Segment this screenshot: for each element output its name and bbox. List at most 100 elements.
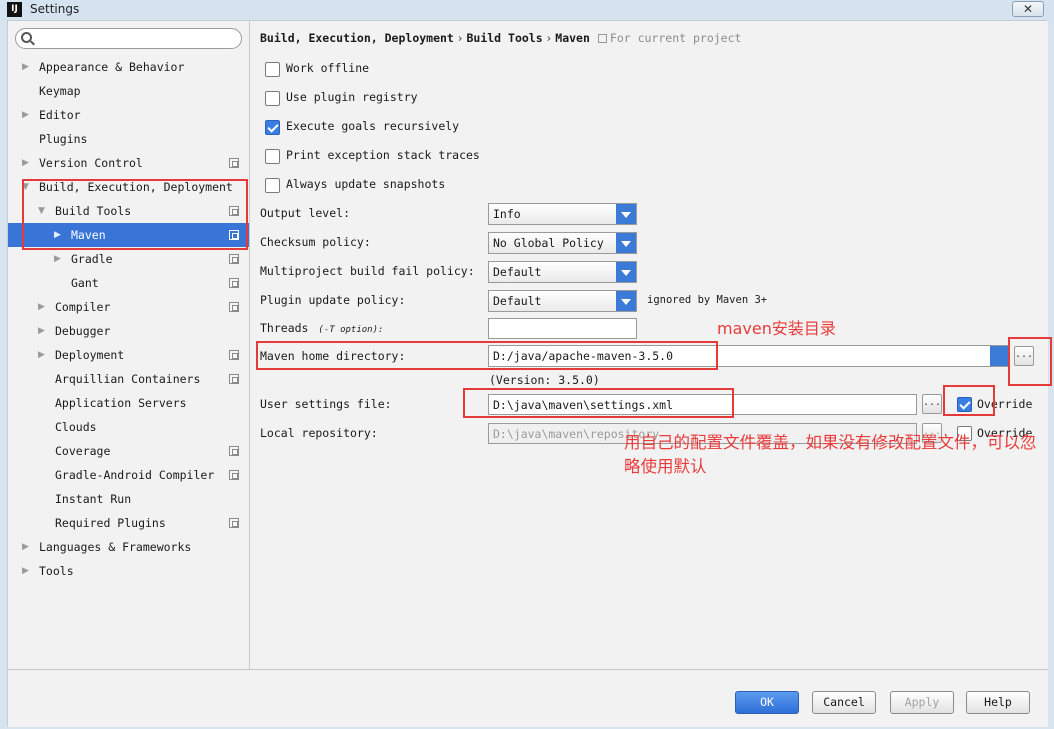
- breadcrumb-part: Maven: [555, 31, 590, 45]
- sidebar-item-tools[interactable]: ▶ Tools: [8, 559, 249, 583]
- sidebar-item-arquillian-containers[interactable]: Arquillian Containers: [8, 367, 249, 391]
- checkbox-label: Execute goals recursively: [286, 119, 460, 133]
- sidebar-item-label: Compiler: [55, 300, 111, 314]
- dropdown-value: No Global Policy: [493, 236, 604, 250]
- window-title: Settings: [30, 2, 80, 16]
- sidebar-item-keymap[interactable]: Keymap: [8, 79, 249, 103]
- sidebar-item-label: Appearance & Behavior: [39, 60, 185, 74]
- chevron-down-icon[interactable]: [616, 233, 636, 253]
- output-level-dropdown[interactable]: Info: [488, 203, 637, 225]
- sidebar-item-plugins[interactable]: Plugins: [8, 127, 249, 151]
- project-scope-icon: [229, 350, 239, 360]
- dropdown-value: Info: [493, 207, 521, 221]
- settings-sidebar: ▶ Appearance & Behavior Keymap ▶ Editor …: [8, 21, 250, 669]
- checksum-policy-dropdown[interactable]: No Global Policy: [488, 232, 637, 254]
- chevron-down-icon[interactable]: [990, 346, 1008, 366]
- checkbox-label: Use plugin registry: [286, 90, 418, 104]
- sidebar-item-version-control[interactable]: ▶ Version Control: [8, 151, 249, 175]
- expand-arrow-icon[interactable]: ▶: [22, 103, 29, 127]
- sidebar-item-label: Gant: [71, 276, 99, 290]
- project-scope-icon: [229, 278, 239, 288]
- sidebar-item-label: Version Control: [39, 156, 143, 170]
- sidebar-item-coverage[interactable]: Coverage: [8, 439, 249, 463]
- close-window-button[interactable]: ✕: [1012, 1, 1044, 17]
- ok-button[interactable]: OK: [735, 691, 799, 714]
- breadcrumb-separator: ›: [546, 31, 552, 45]
- expand-arrow-icon[interactable]: ▶: [38, 343, 45, 367]
- project-scope-icon: [229, 158, 239, 168]
- search-icon: [21, 32, 32, 43]
- chevron-down-icon[interactable]: [616, 204, 636, 224]
- expand-arrow-icon[interactable]: ▶: [22, 559, 29, 583]
- multiproject-policy-label: Multiproject build fail policy:: [260, 264, 475, 278]
- print-exception-stack-traces-checkbox[interactable]: [265, 149, 280, 164]
- dropdown-value: Default: [493, 294, 542, 308]
- expand-arrow-icon[interactable]: ▶: [38, 295, 45, 319]
- settings-annotation: 用自己的配置文件覆盖，如果没有修改配置文件，可以忽略使用默认: [624, 433, 1037, 476]
- project-scope-icon: [597, 34, 607, 43]
- help-button[interactable]: Help: [966, 691, 1030, 714]
- sidebar-item-gradle-android-compiler[interactable]: Gradle-Android Compiler: [8, 463, 249, 487]
- sidebar-item-label: Instant Run: [55, 492, 132, 506]
- maven-version-label: (Version: 3.5.0): [489, 373, 600, 387]
- expand-arrow-icon[interactable]: ▶: [38, 319, 45, 343]
- project-scope-icon: [229, 254, 239, 264]
- search-input[interactable]: [15, 28, 242, 49]
- always-update-snapshots-checkbox[interactable]: [265, 178, 280, 193]
- sidebar-item-gant[interactable]: Gant: [8, 271, 249, 295]
- sidebar-item-label: Editor: [39, 108, 81, 122]
- sidebar-item-label: Languages & Frameworks: [39, 540, 192, 554]
- checkbox-label: Print exception stack traces: [286, 148, 480, 162]
- sidebar-item-label: Arquillian Containers: [55, 372, 201, 386]
- expand-arrow-icon[interactable]: ▶: [54, 247, 61, 271]
- work-offline-checkbox[interactable]: [265, 62, 280, 77]
- maven-home-browse-highlight-box: [1008, 337, 1052, 386]
- sidebar-item-gradle[interactable]: ▶ Gradle: [8, 247, 249, 271]
- sidebar-item-label: Required Plugins: [55, 516, 166, 530]
- plugin-update-note: ignored by Maven 3+: [647, 294, 768, 306]
- sidebar-item-appearance-behavior[interactable]: ▶ Appearance & Behavior: [8, 55, 249, 79]
- sidebar-item-label: Plugins: [39, 132, 88, 146]
- chevron-down-icon[interactable]: [616, 262, 636, 282]
- expand-arrow-icon[interactable]: ▶: [22, 535, 29, 559]
- sidebar-item-editor[interactable]: ▶ Editor: [8, 103, 249, 127]
- breadcrumb-part[interactable]: Build, Execution, Deployment: [260, 31, 454, 45]
- chevron-down-icon[interactable]: [616, 291, 636, 311]
- expand-arrow-icon[interactable]: ▶: [22, 151, 29, 175]
- execute-goals-recursively-checkbox[interactable]: [265, 120, 280, 135]
- local-repository-label: Local repository:: [260, 426, 378, 440]
- user-settings-browse-button[interactable]: ...: [922, 394, 942, 414]
- threads-input[interactable]: [488, 318, 637, 339]
- checkbox-label: Work offline: [286, 61, 370, 75]
- maven-home-highlight-box: [256, 341, 718, 370]
- user-settings-label: User settings file:: [260, 397, 392, 411]
- sidebar-item-compiler[interactable]: ▶ Compiler: [8, 295, 249, 319]
- multiproject-policy-dropdown[interactable]: Default: [488, 261, 637, 283]
- output-level-label: Output level:: [260, 206, 351, 220]
- sidebar-item-clouds[interactable]: Clouds: [8, 415, 249, 439]
- plugin-update-policy-dropdown[interactable]: Default: [488, 290, 637, 312]
- sidebar-item-languages-frameworks[interactable]: ▶ Languages & Frameworks: [8, 535, 249, 559]
- checkbox-label: Always update snapshots: [286, 177, 446, 191]
- project-scope-icon: [229, 302, 239, 312]
- project-scope-icon: [229, 518, 239, 528]
- override-highlight-box: [943, 385, 995, 416]
- sidebar-item-application-servers[interactable]: Application Servers: [8, 391, 249, 415]
- use-plugin-registry-checkbox[interactable]: [265, 91, 280, 106]
- project-scope-icon: [229, 446, 239, 456]
- expand-arrow-icon[interactable]: ▶: [22, 55, 29, 79]
- breadcrumb-part[interactable]: Build Tools: [466, 31, 542, 45]
- checksum-policy-label: Checksum policy:: [260, 235, 371, 249]
- project-scope-icon: [229, 470, 239, 480]
- settings-dialog: ▶ Appearance & Behavior Keymap ▶ Editor …: [7, 20, 1052, 727]
- intellij-logo-icon: IJ: [7, 2, 22, 17]
- sidebar-item-debugger[interactable]: ▶ Debugger: [8, 319, 249, 343]
- sidebar-item-instant-run[interactable]: Instant Run: [8, 487, 249, 511]
- cancel-button[interactable]: Cancel: [812, 691, 876, 714]
- sidebar-item-deployment[interactable]: ▶ Deployment: [8, 343, 249, 367]
- sidebar-item-label: Tools: [39, 564, 74, 578]
- sidebar-item-required-plugins[interactable]: Required Plugins: [8, 511, 249, 535]
- plugin-update-policy-label: Plugin update policy:: [260, 293, 406, 307]
- dialog-footer: OK Cancel Apply Help: [8, 669, 1048, 727]
- dropdown-value: Default: [493, 265, 542, 279]
